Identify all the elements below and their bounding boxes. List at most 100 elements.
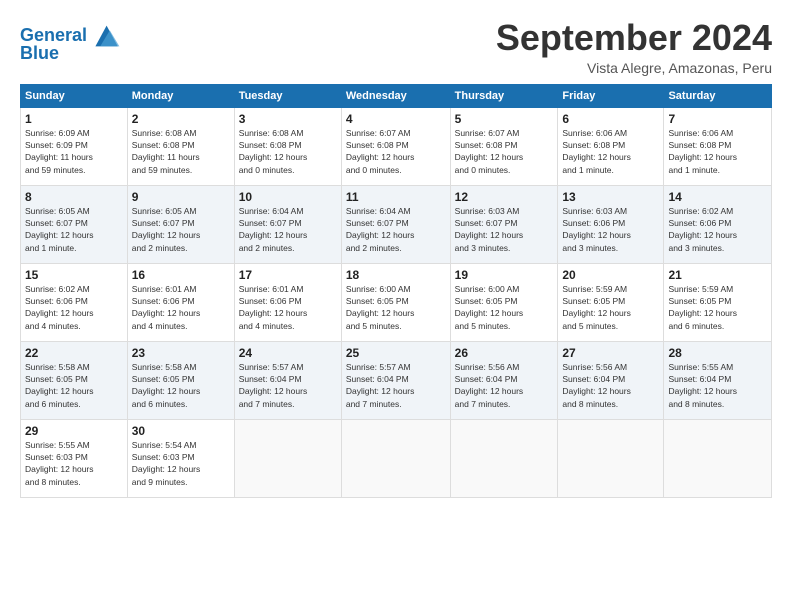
day-number: 11	[346, 190, 446, 204]
day-number: 20	[562, 268, 659, 282]
day-info: Sunrise: 6:02 AMSunset: 6:06 PMDaylight:…	[25, 283, 123, 332]
day-number: 9	[132, 190, 230, 204]
day-info: Sunrise: 6:04 AMSunset: 6:07 PMDaylight:…	[346, 205, 446, 254]
day-number: 25	[346, 346, 446, 360]
day-info: Sunrise: 6:04 AMSunset: 6:07 PMDaylight:…	[239, 205, 337, 254]
day-info: Sunrise: 6:08 AMSunset: 6:08 PMDaylight:…	[132, 127, 230, 176]
day-number: 10	[239, 190, 337, 204]
day-number: 24	[239, 346, 337, 360]
title-block: September 2024 Vista Alegre, Amazonas, P…	[496, 18, 772, 76]
day-cell: 30Sunrise: 5:54 AMSunset: 6:03 PMDayligh…	[127, 419, 234, 497]
logo: General Blue	[20, 22, 121, 64]
day-cell	[234, 419, 341, 497]
week-row-4: 22Sunrise: 5:58 AMSunset: 6:05 PMDayligh…	[21, 341, 772, 419]
day-cell: 16Sunrise: 6:01 AMSunset: 6:06 PMDayligh…	[127, 263, 234, 341]
day-number: 27	[562, 346, 659, 360]
day-number: 8	[25, 190, 123, 204]
day-number: 6	[562, 112, 659, 126]
day-info: Sunrise: 5:56 AMSunset: 6:04 PMDaylight:…	[562, 361, 659, 410]
day-cell: 23Sunrise: 5:58 AMSunset: 6:05 PMDayligh…	[127, 341, 234, 419]
col-friday: Friday	[558, 84, 664, 107]
day-cell: 20Sunrise: 5:59 AMSunset: 6:05 PMDayligh…	[558, 263, 664, 341]
day-cell	[450, 419, 558, 497]
day-cell: 26Sunrise: 5:56 AMSunset: 6:04 PMDayligh…	[450, 341, 558, 419]
day-info: Sunrise: 6:07 AMSunset: 6:08 PMDaylight:…	[455, 127, 554, 176]
day-cell: 27Sunrise: 5:56 AMSunset: 6:04 PMDayligh…	[558, 341, 664, 419]
day-info: Sunrise: 5:57 AMSunset: 6:04 PMDaylight:…	[239, 361, 337, 410]
day-info: Sunrise: 6:01 AMSunset: 6:06 PMDaylight:…	[239, 283, 337, 332]
day-cell: 24Sunrise: 5:57 AMSunset: 6:04 PMDayligh…	[234, 341, 341, 419]
calendar: Sunday Monday Tuesday Wednesday Thursday…	[20, 84, 772, 498]
day-info: Sunrise: 5:55 AMSunset: 6:04 PMDaylight:…	[668, 361, 767, 410]
day-info: Sunrise: 6:08 AMSunset: 6:08 PMDaylight:…	[239, 127, 337, 176]
week-row-3: 15Sunrise: 6:02 AMSunset: 6:06 PMDayligh…	[21, 263, 772, 341]
header: General Blue September 2024 Vista Alegre…	[20, 18, 772, 76]
day-info: Sunrise: 5:56 AMSunset: 6:04 PMDaylight:…	[455, 361, 554, 410]
header-row: Sunday Monday Tuesday Wednesday Thursday…	[21, 84, 772, 107]
col-tuesday: Tuesday	[234, 84, 341, 107]
day-info: Sunrise: 5:58 AMSunset: 6:05 PMDaylight:…	[25, 361, 123, 410]
col-saturday: Saturday	[664, 84, 772, 107]
day-number: 15	[25, 268, 123, 282]
day-cell	[341, 419, 450, 497]
week-row-2: 8 Sunrise: 6:05 AMSunset: 6:07 PMDaylight…	[21, 185, 772, 263]
day-cell: 8Sunrise: 6:05 AMSunset: 6:07 PMDaylight…	[21, 185, 128, 263]
day-info: Sunrise: 5:58 AMSunset: 6:05 PMDaylight:…	[132, 361, 230, 410]
day-number: 14	[668, 190, 767, 204]
month-title: September 2024	[496, 18, 772, 58]
day-number: 2	[132, 112, 230, 126]
day-info: Sunrise: 6:03 AMSunset: 6:06 PMDaylight:…	[562, 205, 659, 254]
day-cell: 12Sunrise: 6:03 AMSunset: 6:07 PMDayligh…	[450, 185, 558, 263]
day-cell: 18Sunrise: 6:00 AMSunset: 6:05 PMDayligh…	[341, 263, 450, 341]
day-number: 19	[455, 268, 554, 282]
day-cell: 22Sunrise: 5:58 AMSunset: 6:05 PMDayligh…	[21, 341, 128, 419]
day-info: Sunrise: 5:57 AMSunset: 6:04 PMDaylight:…	[346, 361, 446, 410]
day-cell: 15Sunrise: 6:02 AMSunset: 6:06 PMDayligh…	[21, 263, 128, 341]
day-info: Sunrise: 6:00 AMSunset: 6:05 PMDaylight:…	[346, 283, 446, 332]
day-cell: 1Sunrise: 6:09 AMSunset: 6:09 PMDaylight…	[21, 107, 128, 185]
day-info: Sunrise: 6:05 AMSunset: 6:07 PMDaylight:…	[132, 205, 230, 254]
day-number: 16	[132, 268, 230, 282]
day-number: 22	[25, 346, 123, 360]
day-cell: 5Sunrise: 6:07 AMSunset: 6:08 PMDaylight…	[450, 107, 558, 185]
day-info: Sunrise: 6:02 AMSunset: 6:06 PMDaylight:…	[668, 205, 767, 254]
day-cell: 6Sunrise: 6:06 AMSunset: 6:08 PMDaylight…	[558, 107, 664, 185]
page: General Blue September 2024 Vista Alegre…	[0, 0, 792, 612]
day-number: 21	[668, 268, 767, 282]
day-number: 30	[132, 424, 230, 438]
day-number: 28	[668, 346, 767, 360]
day-info: Sunrise: 6:09 AMSunset: 6:09 PMDaylight:…	[25, 127, 123, 176]
day-cell: 7Sunrise: 6:06 AMSunset: 6:08 PMDaylight…	[664, 107, 772, 185]
day-number: 3	[239, 112, 337, 126]
subtitle: Vista Alegre, Amazonas, Peru	[496, 60, 772, 76]
col-thursday: Thursday	[450, 84, 558, 107]
day-number: 12	[455, 190, 554, 204]
week-row-1: 1Sunrise: 6:09 AMSunset: 6:09 PMDaylight…	[21, 107, 772, 185]
day-cell: 14Sunrise: 6:02 AMSunset: 6:06 PMDayligh…	[664, 185, 772, 263]
day-cell: 21Sunrise: 5:59 AMSunset: 6:05 PMDayligh…	[664, 263, 772, 341]
day-cell: 9Sunrise: 6:05 AMSunset: 6:07 PMDaylight…	[127, 185, 234, 263]
day-number: 26	[455, 346, 554, 360]
logo-icon	[89, 22, 121, 50]
day-cell: 3Sunrise: 6:08 AMSunset: 6:08 PMDaylight…	[234, 107, 341, 185]
day-number: 5	[455, 112, 554, 126]
day-number: 1	[25, 112, 123, 126]
day-number: 17	[239, 268, 337, 282]
day-cell: 29Sunrise: 5:55 AMSunset: 6:03 PMDayligh…	[21, 419, 128, 497]
day-number: 13	[562, 190, 659, 204]
day-info: Sunrise: 6:00 AMSunset: 6:05 PMDaylight:…	[455, 283, 554, 332]
day-info: Sunrise: 5:59 AMSunset: 6:05 PMDaylight:…	[562, 283, 659, 332]
day-cell: 19Sunrise: 6:00 AMSunset: 6:05 PMDayligh…	[450, 263, 558, 341]
day-cell: 4Sunrise: 6:07 AMSunset: 6:08 PMDaylight…	[341, 107, 450, 185]
day-number: 18	[346, 268, 446, 282]
day-number: 7	[668, 112, 767, 126]
day-info: Sunrise: 5:54 AMSunset: 6:03 PMDaylight:…	[132, 439, 230, 488]
day-info: Sunrise: 6:06 AMSunset: 6:08 PMDaylight:…	[562, 127, 659, 176]
day-cell: 13Sunrise: 6:03 AMSunset: 6:06 PMDayligh…	[558, 185, 664, 263]
day-number: 23	[132, 346, 230, 360]
day-cell: 10Sunrise: 6:04 AMSunset: 6:07 PMDayligh…	[234, 185, 341, 263]
col-wednesday: Wednesday	[341, 84, 450, 107]
day-info: Sunrise: 5:59 AMSunset: 6:05 PMDaylight:…	[668, 283, 767, 332]
day-cell: 2Sunrise: 6:08 AMSunset: 6:08 PMDaylight…	[127, 107, 234, 185]
col-monday: Monday	[127, 84, 234, 107]
